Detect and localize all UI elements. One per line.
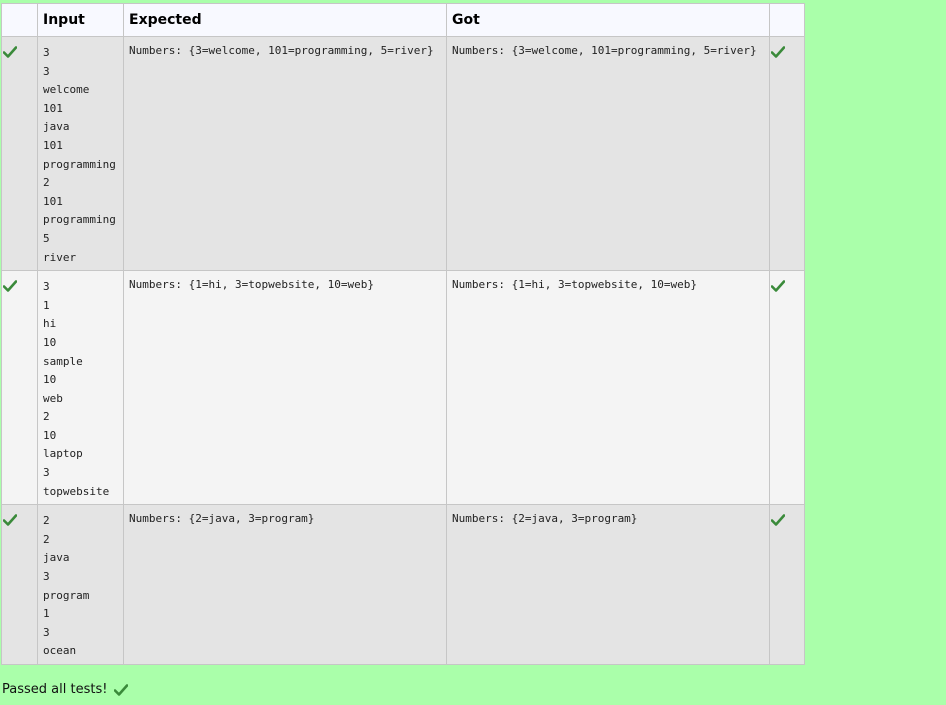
- table-row: 2 2 java 3 program 1 3 ocean Numbers: {2=java, 3…: [1, 504, 805, 666]
- summary-message: Passed all tests!: [2, 682, 108, 697]
- check-icon: [771, 514, 785, 527]
- input-line: 1: [43, 607, 50, 621]
- input-line: 101: [43, 101, 63, 115]
- input-line: 3: [43, 625, 50, 639]
- input-cell: 2 2 java 3 program 1 3 ocean: [37, 504, 124, 666]
- input-line: programming: [43, 213, 116, 227]
- input-line: 10: [43, 335, 57, 349]
- test-summary: Passed all tests!: [2, 682, 129, 697]
- input-line: sample: [43, 354, 83, 368]
- status-cell: [1, 270, 38, 506]
- result-cell: [769, 35, 805, 272]
- input-line: laptop: [43, 447, 83, 461]
- input-line: 1: [43, 298, 50, 312]
- input-line: river: [43, 250, 77, 264]
- input-line: 2: [43, 176, 50, 190]
- input-line: 3: [43, 280, 50, 294]
- input-line: 10: [43, 373, 57, 387]
- check-icon: [3, 46, 17, 58]
- input-line: programming: [43, 157, 116, 171]
- check-icon: [114, 683, 129, 696]
- input-line: 5: [43, 231, 50, 245]
- test-results-table: Input Expected Got 3 3 welcome 101 java 101 pr…: [1, 3, 805, 666]
- input-column-header: Input: [37, 3, 124, 37]
- input-line: ocean: [43, 644, 77, 658]
- expected-output: Numbers: {1=hi, 3=topwebsite, 10=web}: [129, 278, 375, 292]
- table-row: 3 1 hi 10 sample 10 web 2 10 laptop 3 topwebsite Num…: [1, 270, 805, 506]
- result-cell: [769, 504, 805, 666]
- input-line: 10: [43, 428, 57, 442]
- expected-output: Numbers: {2=java, 3=program}: [129, 512, 315, 526]
- input-cell: 3 3 welcome 101 java 101 programming 2 101 progra…: [37, 35, 124, 272]
- result-cell: [769, 270, 805, 506]
- input-line: welcome: [43, 83, 90, 97]
- expected-cell: Numbers: {2=java, 3=program}: [123, 504, 447, 666]
- status-cell: [1, 35, 38, 272]
- table-row: 3 3 welcome 101 java 101 programming 2 101 progra…: [1, 35, 805, 272]
- input-line: 101: [43, 194, 63, 208]
- input-line: hi: [43, 317, 57, 331]
- input-cell: 3 1 hi 10 sample 10 web 2 10 laptop 3 topwebsite: [37, 270, 124, 506]
- status-column-header: [1, 3, 38, 37]
- input-line: 3: [43, 46, 50, 59]
- input-line: 2: [43, 410, 50, 424]
- check-icon: [3, 514, 17, 527]
- check-icon: [771, 46, 785, 58]
- expected-cell: Numbers: {3=welcome, 101=programming, 5=…: [123, 35, 447, 272]
- input-line: 101: [43, 138, 63, 152]
- input-line: program: [43, 588, 90, 602]
- got-output: Numbers: {1=hi, 3=topwebsite, 10=web}: [452, 278, 698, 292]
- input-line: java: [43, 551, 70, 565]
- expected-output: Numbers: {3=welcome, 101=programming, 5=…: [129, 44, 434, 57]
- input-line: 3: [43, 466, 50, 480]
- input-line: topwebsite: [43, 484, 110, 498]
- check-icon: [3, 280, 17, 292]
- input-line: 2: [43, 532, 50, 546]
- status-cell: [1, 504, 38, 666]
- got-cell: Numbers: {3=welcome, 101=programming, 5=…: [446, 35, 770, 272]
- expected-column-header: Expected: [123, 3, 447, 37]
- input-line: 2: [43, 514, 50, 528]
- result-column-header: [769, 3, 805, 37]
- input-line: java: [43, 120, 70, 134]
- got-cell: Numbers: {1=hi, 3=topwebsite, 10=web}: [446, 270, 770, 506]
- check-icon: [771, 280, 785, 292]
- table-header-row: Input Expected Got: [1, 3, 805, 37]
- expected-cell: Numbers: {1=hi, 3=topwebsite, 10=web}: [123, 270, 447, 506]
- got-output: Numbers: {2=java, 3=program}: [452, 512, 638, 526]
- got-column-header: Got: [446, 3, 770, 37]
- got-cell: Numbers: {2=java, 3=program}: [446, 504, 770, 666]
- got-output: Numbers: {3=welcome, 101=programming, 5=…: [452, 44, 757, 57]
- input-line: web: [43, 391, 63, 405]
- input-line: 3: [43, 570, 50, 584]
- input-line: 3: [43, 64, 50, 78]
